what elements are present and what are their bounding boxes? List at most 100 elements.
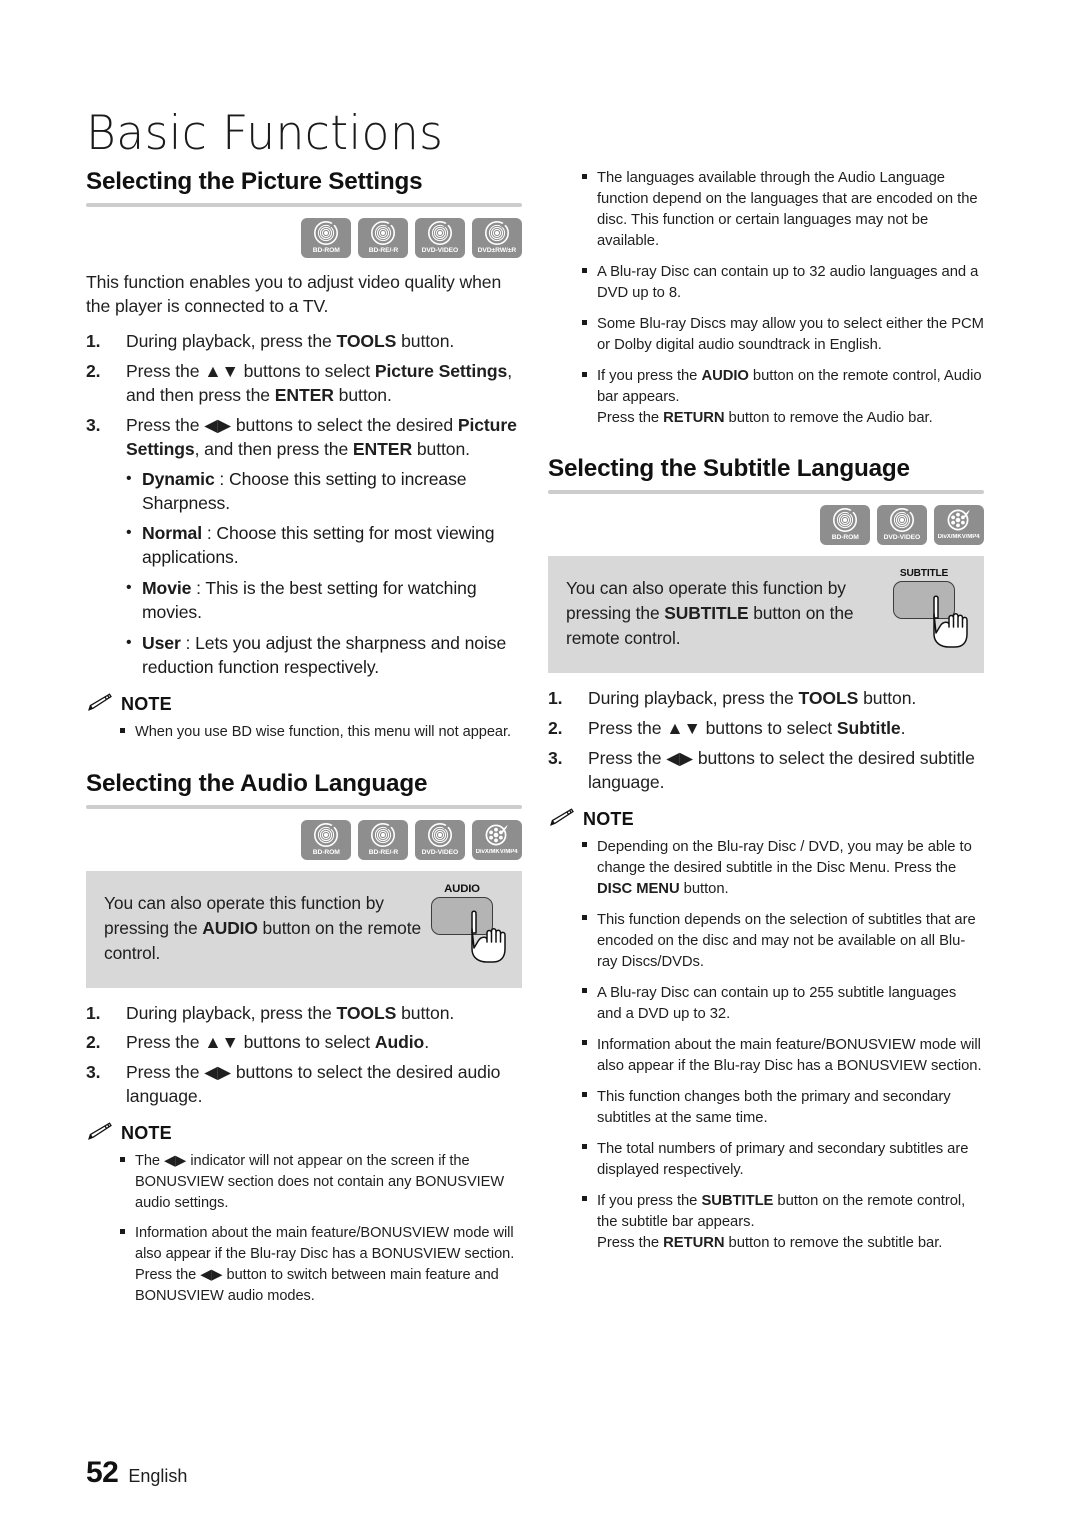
bullet-square-icon	[582, 168, 597, 252]
note-text: This function depends on the selection o…	[597, 911, 976, 970]
section-heading-audio: Selecting the Audio Language	[86, 769, 428, 797]
option-bullet: • Normal : Choose this setting for most …	[126, 522, 522, 570]
step-list-subtitle: 1. During playback, press the TOOLS butt…	[548, 687, 984, 795]
numbered-step: 2. Press the ▲▼ buttons to select Pictur…	[86, 360, 522, 408]
disc-badge-label: BD-ROM	[831, 534, 859, 542]
disc-badge: DVD±RW/±R	[472, 218, 522, 259]
disc-badge-label: BD-ROM	[312, 848, 340, 856]
step-number: 1.	[86, 331, 101, 352]
step-text: Press the ◀▶ buttons to select the desir…	[126, 1062, 501, 1107]
bullet-square-icon	[582, 837, 597, 900]
step-text: During playback, press the TOOLS button.	[588, 687, 917, 708]
hand-pointer-icon	[462, 909, 520, 970]
film-icon	[946, 507, 972, 533]
disc-icon	[427, 822, 453, 848]
note-header-subtitle: NOTE	[548, 807, 984, 832]
bullet-square-icon	[582, 1191, 597, 1254]
remote-subtitle-button-illustration: SUBTITLE	[886, 568, 968, 648]
step-number: 1.	[548, 687, 563, 708]
note-text: The ◀▶ indicator will not appear on the …	[135, 1153, 505, 1211]
bullet-square-icon	[582, 1087, 597, 1129]
disc-badge-label: DivX/MKV/MP4	[476, 848, 518, 855]
note-text: If you press the SUBTITLE button on the …	[597, 1192, 966, 1251]
note-bullet: Information about the main feature/BONUS…	[582, 1035, 984, 1077]
note-bullet: A Blu-ray Disc can contain up to 255 sub…	[582, 983, 984, 1025]
note-label: NOTE	[121, 694, 172, 714]
step-text: During playback, press the TOOLS button.	[126, 331, 455, 352]
disc-badge: BD-ROM	[301, 819, 351, 860]
disc-badge: BD-RE/-R	[358, 218, 408, 259]
bullet-square-icon	[582, 1139, 597, 1181]
pencil-icon	[548, 807, 574, 832]
heading-rule	[86, 804, 522, 809]
section-heading-subtitle: Selecting the Subtitle Language	[548, 455, 910, 482]
remote-audio-button-illustration: AUDIO	[424, 882, 506, 963]
step-number: 3.	[86, 1062, 101, 1083]
option-text: User : Lets you adjust the sharpness and…	[142, 633, 507, 678]
disc-badge: BD-RE/-R	[358, 819, 408, 860]
section-heading-picture: Selecting the Picture Settings	[86, 168, 423, 195]
disc-icon	[370, 822, 396, 848]
disc-icon	[832, 507, 858, 533]
step-text: Press the ▲▼ buttons to select Subtitle.	[588, 717, 906, 738]
bullet-square-icon	[582, 262, 597, 304]
note-bullet: A Blu-ray Disc can contain up to 32 audi…	[582, 262, 984, 304]
step-text: During playback, press the TOOLS button.	[126, 1002, 455, 1023]
note-bullet: Some Blu-ray Discs may allow you to sele…	[582, 314, 984, 356]
bullet-square-icon	[120, 1151, 135, 1213]
option-bullet: • Movie : This is the best setting for w…	[126, 577, 522, 625]
left-column: Selecting the Picture Settings BD-ROM BD…	[86, 168, 522, 1316]
section-subtitle-language: Selecting the Subtitle Language BD-ROM D…	[548, 455, 984, 1254]
note-text: This function changes both the primary a…	[597, 1088, 951, 1126]
bullet-dot-icon: •	[126, 579, 132, 597]
note-text: When you use BD wise function, this menu…	[135, 724, 511, 740]
step-list-picture: 1. During playback, press the TOOLS butt…	[86, 330, 522, 462]
disc-icon	[313, 822, 339, 848]
manual-page: Basic Functions Selecting the Picture Se…	[0, 0, 1080, 1532]
chapter-title: Basic Functions	[86, 106, 444, 162]
disc-badge: DVD-VIDEO	[415, 218, 465, 259]
step-number: 3.	[548, 747, 563, 768]
note-bullet: The languages available through the Audi…	[582, 168, 984, 252]
note-list-audio: The ◀▶ indicator will not appear on the …	[86, 1151, 522, 1306]
page-language: English	[128, 1466, 188, 1486]
remote-button-label: AUDIO	[444, 882, 480, 895]
note-list-audio-continued: The languages available through the Audi…	[548, 168, 984, 429]
bullet-square-icon	[582, 910, 597, 973]
disc-badge: DVD-VIDEO	[415, 819, 465, 860]
disc-badge-row-audio: BD-ROM BD-RE/-R DVD-VIDEO DivX/MKV/MP4	[86, 819, 522, 860]
tip-box-subtitle: You can also operate this function by pr…	[548, 556, 984, 673]
note-bullet: When you use BD wise function, this menu…	[120, 722, 522, 744]
disc-badge-row-picture: BD-ROM BD-RE/-R DVD-VIDEO DVD±RW/±R	[86, 218, 522, 259]
note-text: If you press the AUDIO button on the rem…	[597, 368, 982, 426]
disc-icon	[484, 220, 510, 246]
step-number: 3.	[86, 414, 101, 435]
bullet-dot-icon: •	[126, 634, 132, 652]
film-icon	[484, 822, 510, 848]
note-list-picture: When you use BD wise function, this menu…	[86, 722, 522, 744]
note-label: NOTE	[583, 808, 634, 829]
note-bullet: This function changes both the primary a…	[582, 1087, 984, 1129]
disc-icon	[427, 220, 453, 246]
hand-pointer-icon	[924, 594, 982, 655]
step-list-audio: 1. During playback, press the TOOLS butt…	[86, 1002, 522, 1110]
disc-badge: DivX/MKV/MP4	[472, 819, 522, 860]
numbered-step: 3. Press the ◀▶ buttons to select the de…	[86, 1061, 522, 1109]
step-number: 2.	[548, 717, 563, 738]
note-list-subtitle: Depending on the Blu-ray Disc / DVD, you…	[548, 837, 984, 1254]
bullet-dot-icon: •	[126, 524, 132, 542]
numbered-step: 2. Press the ▲▼ buttons to select Subtit…	[548, 717, 984, 741]
bullet-square-icon	[582, 1035, 597, 1077]
step-text: Press the ▲▼ buttons to select Audio.	[126, 1032, 429, 1053]
disc-badge: DivX/MKV/MP4	[934, 505, 984, 546]
note-header-picture: NOTE	[86, 692, 522, 717]
numbered-step: 3. Press the ◀▶ buttons to select the de…	[86, 414, 522, 462]
tip-text-audio: You can also operate this function by pr…	[104, 892, 422, 963]
note-text: Some Blu-ray Discs may allow you to sele…	[597, 316, 984, 353]
heading-rule	[86, 203, 522, 208]
note-bullet: If you press the SUBTITLE button on the …	[582, 1191, 984, 1254]
step-number: 2.	[86, 360, 101, 381]
disc-icon	[889, 507, 915, 533]
note-text: The total numbers of primary and seconda…	[597, 1140, 969, 1178]
disc-badge-label: BD-RE/-R	[368, 247, 398, 255]
